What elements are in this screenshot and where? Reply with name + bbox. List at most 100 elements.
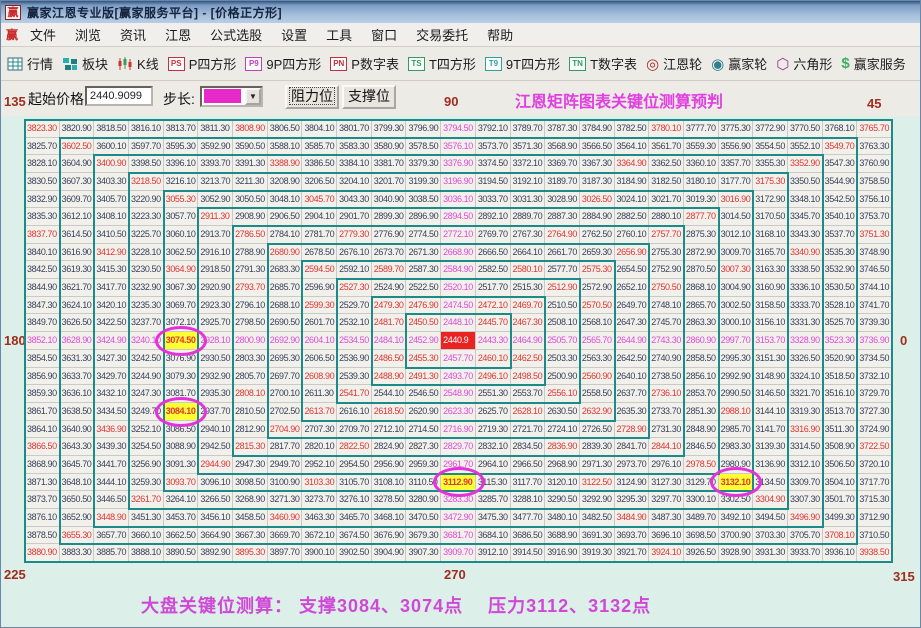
- grid-cell[interactable]: 3633.70: [59, 367, 95, 386]
- grid-cell[interactable]: 3429.70: [94, 367, 130, 386]
- grid-cell[interactable]: 2923.30: [198, 296, 234, 315]
- grid-cell[interactable]: 3336.10: [787, 279, 823, 297]
- grid-cell[interactable]: 3141.70: [753, 420, 788, 439]
- grid-cell[interactable]: 3484.90: [614, 508, 650, 527]
- toolbar-赢家轮[interactable]: ◉ 赢家轮: [711, 54, 767, 73]
- grid-cell[interactable]: 3182.50: [649, 173, 684, 191]
- grid-cell[interactable]: 2570.50: [579, 296, 615, 315]
- grid-cell[interactable]: 3415.30: [94, 261, 130, 280]
- grid-cell[interactable]: 3888.10: [129, 544, 164, 562]
- grid-cell[interactable]: 3403.30: [94, 173, 130, 191]
- grid-cell[interactable]: 3628.90: [59, 332, 95, 350]
- grid-cell[interactable]: 3312.10: [787, 455, 823, 474]
- grid-cell[interactable]: 2553.70: [510, 385, 546, 403]
- grid-cell[interactable]: 3441.70: [94, 455, 130, 474]
- grid-cell[interactable]: 3904.90: [371, 544, 407, 562]
- grid-cell[interactable]: 3739.30: [857, 314, 892, 333]
- grid-cell[interactable]: 2781.70: [302, 226, 338, 244]
- grid-cell[interactable]: 3612.10: [59, 208, 95, 227]
- grid-cell[interactable]: 3468.10: [371, 508, 407, 527]
- grid-cell[interactable]: 3026.50: [579, 190, 615, 209]
- grid-cell[interactable]: 2457.70: [441, 349, 476, 368]
- grid-cell[interactable]: 2980.90: [718, 455, 754, 474]
- grid-cell[interactable]: 3328.90: [787, 332, 823, 350]
- grid-cell[interactable]: 2803.30: [233, 349, 268, 368]
- grid-cell[interactable]: 3648.10: [59, 473, 95, 492]
- grid-cell[interactable]: 3062.50: [163, 243, 199, 262]
- grid-cell[interactable]: 2584.90: [441, 261, 476, 280]
- grid-cell[interactable]: 3547.30: [822, 155, 858, 174]
- grid-cell[interactable]: 2539.30: [337, 367, 372, 386]
- grid-cell[interactable]: 3264.10: [163, 491, 199, 509]
- grid-cell[interactable]: 3616.90: [59, 243, 95, 262]
- grid-cell[interactable]: 3012.10: [718, 226, 754, 244]
- grid-cell[interactable]: 3232.90: [129, 279, 164, 297]
- grid-cell[interactable]: 2930.50: [198, 349, 234, 368]
- grid-cell-key-2440.9[interactable]: 2440.9: [441, 332, 476, 350]
- grid-cell[interactable]: 2529.70: [337, 296, 372, 315]
- grid-cell[interactable]: 3554.50: [753, 137, 788, 156]
- grid-cell[interactable]: 3136.90: [753, 455, 788, 474]
- grid-cell[interactable]: 2505.70: [545, 332, 580, 350]
- grid-cell[interactable]: 3434.50: [94, 402, 130, 421]
- grid-cell[interactable]: 3031.30: [510, 190, 546, 209]
- grid-cell[interactable]: 3444.10: [94, 473, 130, 492]
- chevron-down-icon[interactable]: ▼: [245, 88, 261, 105]
- grid-cell[interactable]: 3895.30: [233, 544, 268, 562]
- grid-cell[interactable]: 2911.30: [198, 208, 234, 227]
- grid-cell[interactable]: 3338.50: [787, 261, 823, 280]
- grid-cell[interactable]: 2714.50: [406, 420, 442, 439]
- grid-cell[interactable]: 3201.70: [371, 173, 407, 191]
- grid-cell[interactable]: 3782.50: [614, 120, 650, 138]
- grid-cell[interactable]: 2880.10: [649, 208, 684, 227]
- grid-cell[interactable]: 3247.30: [129, 385, 164, 403]
- grid-cell[interactable]: 3120.10: [545, 473, 580, 492]
- grid-cell[interactable]: 2496.10: [475, 367, 511, 386]
- grid-cell[interactable]: 3669.70: [267, 526, 303, 545]
- grid-cell[interactable]: 2846.50: [683, 438, 719, 456]
- grid-cell[interactable]: 3021.70: [649, 190, 684, 209]
- grid-cell[interactable]: 2983.30: [718, 438, 754, 456]
- grid-cell[interactable]: 3357.70: [718, 155, 754, 174]
- grid-cell[interactable]: 2503.30: [545, 349, 580, 368]
- grid-cell[interactable]: 3206.50: [302, 173, 338, 191]
- grid-cell[interactable]: 2889.70: [510, 208, 546, 227]
- grid-cell[interactable]: 3758.50: [857, 173, 892, 191]
- grid-cell[interactable]: 2661.70: [545, 243, 580, 262]
- grid-cell[interactable]: 2899.30: [371, 208, 407, 227]
- grid-cell[interactable]: 3321.70: [787, 385, 823, 403]
- grid-cell[interactable]: 3835.30: [25, 208, 60, 227]
- grid-cell[interactable]: 3741.70: [857, 296, 892, 315]
- grid-cell[interactable]: 3883.30: [59, 544, 95, 562]
- grid-cell[interactable]: 3316.90: [787, 420, 823, 439]
- grid-cell[interactable]: 2810.50: [233, 402, 268, 421]
- grid-cell[interactable]: 3674.50: [337, 526, 372, 545]
- grid-cell[interactable]: 3734.50: [857, 349, 892, 368]
- grid-cell[interactable]: 3146.50: [753, 385, 788, 403]
- grid-cell[interactable]: 2755.30: [649, 243, 684, 262]
- grid-cell[interactable]: 3775.30: [718, 120, 754, 138]
- grid-cell[interactable]: 3590.50: [233, 137, 268, 156]
- grid-cell[interactable]: 3295.30: [614, 491, 650, 509]
- grid-cell[interactable]: 3148.90: [753, 367, 788, 386]
- grid-cell[interactable]: 2973.70: [614, 455, 650, 474]
- grid-cell[interactable]: 2947.30: [233, 455, 268, 474]
- grid-cell[interactable]: 2664.10: [510, 243, 546, 262]
- grid-cell[interactable]: 3525.70: [822, 314, 858, 333]
- grid-cell[interactable]: 3048.10: [267, 190, 303, 209]
- grid-cell[interactable]: 2736.10: [649, 385, 684, 403]
- grid-cell[interactable]: 2666.50: [475, 243, 511, 262]
- grid-cell[interactable]: 2752.90: [649, 261, 684, 280]
- grid-cell[interactable]: 3208.90: [267, 173, 303, 191]
- grid-cell[interactable]: 3772.90: [753, 120, 788, 138]
- grid-cell[interactable]: 3244.90: [129, 367, 164, 386]
- grid-cell[interactable]: 3876.10: [25, 508, 60, 527]
- grid-cell[interactable]: 3177.70: [718, 173, 754, 191]
- grid-cell[interactable]: 2824.90: [371, 438, 407, 456]
- menu-item-5[interactable]: 设置: [279, 23, 309, 46]
- grid-cell[interactable]: 3151.30: [753, 349, 788, 368]
- grid-cell[interactable]: 3235.30: [129, 296, 164, 315]
- grid-cell[interactable]: 3866.50: [25, 438, 60, 456]
- grid-cell[interactable]: 3556.90: [718, 137, 754, 156]
- grid-cell[interactable]: 2467.30: [510, 314, 546, 333]
